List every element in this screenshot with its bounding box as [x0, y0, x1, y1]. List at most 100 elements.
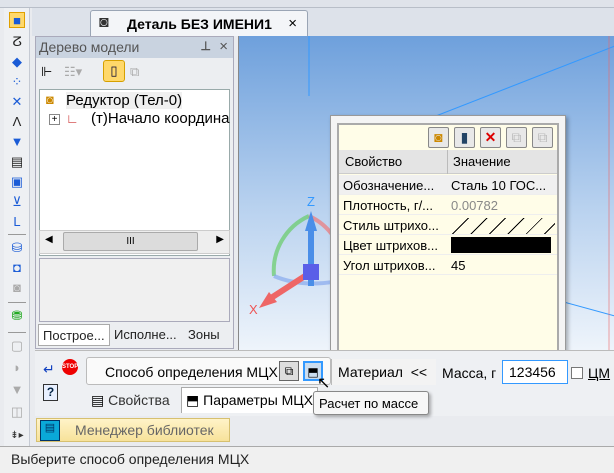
measure-icon[interactable]: Λ [9, 114, 25, 130]
document-tab-bar: ◙ Деталь БЕЗ ИМЕНИ1 × [32, 8, 614, 36]
surface-icon[interactable]: ◆ [9, 54, 25, 70]
pin-icon[interactable]: ⊥ [201, 39, 211, 53]
tab-build[interactable]: Построе... [38, 324, 110, 346]
aux-geometry-icon[interactable]: ✕ [9, 94, 25, 110]
separator [8, 302, 26, 303]
left-toolbar: ■ ⵒ ◆ ⁘ ✕ Λ ▼ ▤ ▣ ⊻ L ⛁ ◘ ◙ ⛃ ▢ ◗ ▼ ◫ ⇟▸ [4, 8, 30, 446]
round-icon[interactable]: ◗ [9, 360, 25, 376]
hatch-color-swatch [451, 237, 551, 253]
column-property: Свойство [345, 154, 403, 169]
array-icon[interactable]: ⁘ [9, 74, 25, 90]
shell-icon[interactable]: ◫ [9, 404, 25, 420]
separator [8, 234, 26, 235]
document-tab-title: Деталь БЕЗ ИМЕНИ1 [127, 16, 272, 32]
spec-icon[interactable]: ▤ [9, 154, 25, 170]
part-document-icon: ◙ [99, 14, 109, 31]
assembly-icon: ◙ [46, 92, 54, 107]
tab-label: Параметры МЦХ [203, 392, 313, 408]
toolbar-more-icon[interactable]: ⇟▸ [9, 428, 25, 444]
tree-item-root[interactable]: Редуктор (Тел-0) [66, 92, 183, 109]
library-manager-tab[interactable]: ▤ Менеджер библиотек [36, 418, 230, 442]
filter-icon[interactable]: ▼ [9, 134, 25, 150]
method-by-model-button[interactable]: ⧉ [279, 361, 299, 381]
thread-icon[interactable]: ▼ [9, 382, 25, 398]
tree-view-dropdown-icon[interactable]: ☷▾ [64, 64, 82, 80]
material-button[interactable]: Материал << [331, 359, 436, 385]
extrude-icon[interactable]: ◙ [9, 280, 25, 296]
curve-icon[interactable]: ⵒ [9, 34, 25, 50]
tab-mch-params[interactable]: ⬒ Параметры МЦХ [181, 387, 318, 413]
row-property: Стиль штрихо... [343, 218, 439, 233]
column-value: Значение [453, 154, 511, 169]
panel-header: Дерево модели ⊥ × [36, 37, 233, 58]
tree-toolbar: ⊩ ☷▾ ▯ ⧉ [36, 59, 233, 87]
tree-structure-icon[interactable]: ⊩ [41, 64, 52, 80]
tree-copy-icon[interactable]: ⧉ [130, 64, 139, 80]
separator [8, 332, 26, 333]
help-button[interactable]: ? [43, 384, 58, 401]
report-icon[interactable]: ▣ [9, 174, 25, 190]
scroll-left-icon[interactable]: ◀ [45, 234, 53, 245]
status-bar: Выберите способ определения МЦХ [0, 446, 614, 473]
mass-input[interactable] [502, 360, 568, 384]
edit-part-icon[interactable]: ⛁ [9, 240, 25, 256]
expand-toggle[interactable]: + [49, 114, 60, 125]
material-select-icon[interactable]: ◙ [428, 127, 449, 148]
method-label: Способ определения МЦХ [105, 364, 278, 380]
table-row[interactable]: Цвет штрихов... [339, 235, 557, 255]
material-label: Материал [338, 364, 403, 380]
tree-mode-button[interactable]: ▯ [103, 60, 125, 82]
row-property: Цвет штрихов... [343, 238, 438, 253]
delete-icon[interactable]: ✕ [480, 127, 501, 148]
frame-icon[interactable]: ▢ [9, 338, 25, 354]
tree-item-origin[interactable]: (т)Начало координа [91, 110, 229, 127]
close-tab-button[interactable]: × [288, 15, 297, 32]
tab-label: Свойства [108, 392, 170, 408]
properties-table: ◙ ▮ ✕ ⧉ ⧉ Свойство Значение Обозначение.… [337, 123, 559, 354]
model-tree-panel: Дерево модели ⊥ × ⊩ ☷▾ ▯ ⧉ ◙ Редуктор (Т… [35, 36, 234, 349]
table-row[interactable]: Плотность, г/... 0.00782 [339, 195, 557, 215]
part-icon[interactable]: ■ [9, 12, 25, 28]
stop-button[interactable]: STOP [62, 359, 78, 375]
tree-lower-pane [39, 258, 230, 322]
mass-label: Масса, г [442, 365, 497, 381]
horizontal-scrollbar[interactable]: ◀ III ▶ [39, 230, 230, 254]
solid-icon[interactable]: ◘ [9, 260, 25, 276]
scroll-thumb[interactable]: III [63, 232, 198, 251]
tab-document[interactable]: ◙ Деталь БЕЗ ИМЕНИ1 × [90, 10, 308, 36]
tab-versions[interactable]: Исполне... [110, 324, 181, 346]
table-header: Свойство Значение [339, 150, 557, 174]
row-value: 45 [451, 258, 466, 273]
table-row[interactable]: Обозначение... Сталь 10 ГОС... [339, 175, 557, 195]
row-value: 0.00782 [451, 198, 498, 213]
table-row[interactable]: Стиль штрихо... ////// [339, 215, 557, 235]
library-manager-label: Менеджер библиотек [75, 422, 214, 438]
params-icon[interactable]: ⊻ [9, 194, 25, 210]
hatch-style-swatch: ////// [451, 218, 555, 234]
mch-params-icon: ⬒ [186, 392, 204, 408]
tab-properties[interactable]: ▤ Свойства [87, 389, 174, 411]
row-property: Угол штрихов... [343, 258, 436, 273]
tooltip: Расчет по массе [313, 391, 429, 415]
axis-z-label: Z [307, 194, 315, 209]
close-panel-button[interactable]: × [219, 38, 228, 55]
properties-icon: ▤ [91, 392, 109, 408]
copy-disabled-icon: ⧉ [506, 127, 527, 148]
enter-icon[interactable]: ↵ [43, 361, 55, 378]
collapse-button[interactable]: << [411, 364, 427, 380]
tab-zones[interactable]: Зоны [184, 324, 224, 346]
library-icon[interactable]: ⛃ [9, 308, 25, 324]
cm-checkbox[interactable] [571, 367, 583, 379]
row-value: Сталь 10 ГОС... [451, 178, 547, 193]
origin-icon: ∟ [66, 111, 79, 126]
mouse-cursor-icon: ↖ [317, 375, 331, 392]
sheet-metal-icon[interactable]: L [9, 214, 25, 230]
scroll-right-icon[interactable]: ▶ [216, 234, 224, 245]
material-library-icon[interactable]: ▮ [454, 127, 475, 148]
paste-disabled-icon: ⧉ [532, 127, 553, 148]
axis-x-label: X [249, 302, 258, 317]
library-manager-icon: ▤ [40, 420, 60, 441]
table-row[interactable]: Угол штрихов... 45 [339, 255, 557, 275]
material-properties-popup: ◙ ▮ ✕ ⧉ ⧉ Свойство Значение Обозначение.… [330, 115, 566, 357]
panel-title: Дерево модели [39, 39, 140, 55]
